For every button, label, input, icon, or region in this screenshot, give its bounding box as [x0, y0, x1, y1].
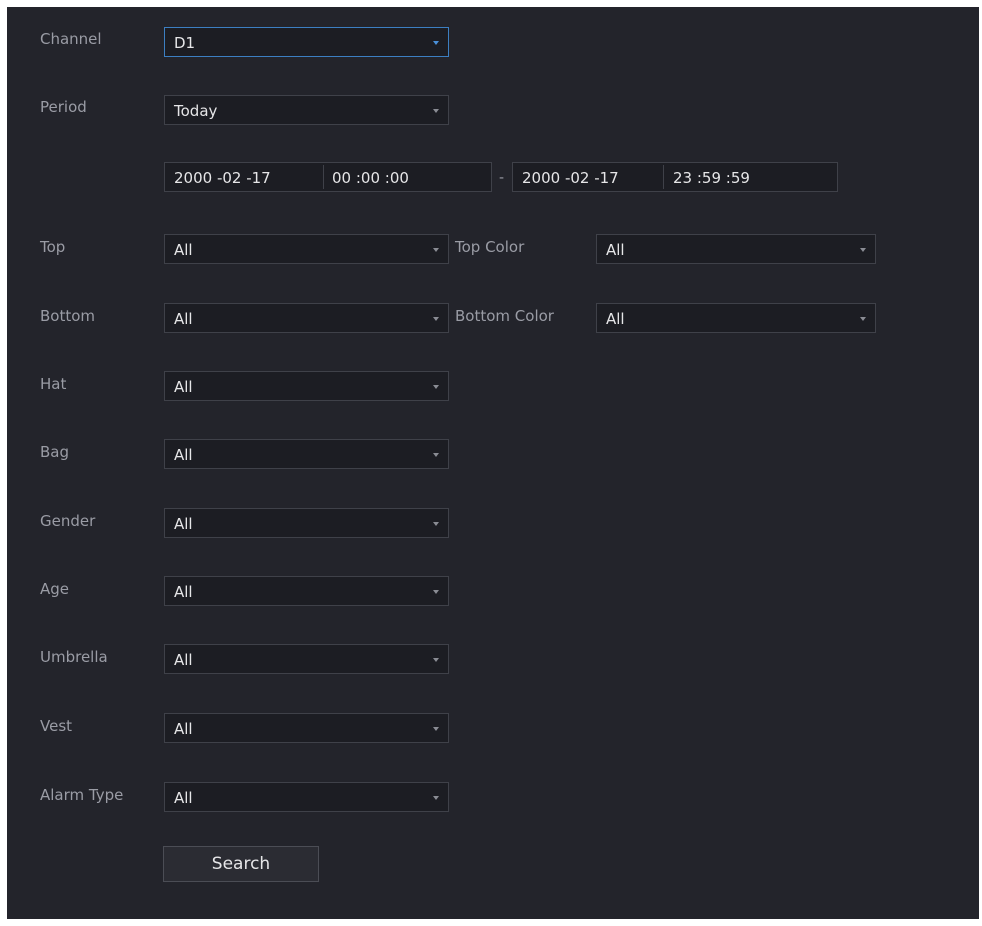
top-color-select[interactable]: All — [596, 234, 876, 264]
umbrella-value: All — [174, 651, 193, 669]
top-value: All — [174, 241, 193, 259]
end-datetime-divider — [663, 165, 664, 189]
chevron-down-icon — [433, 522, 439, 526]
chevron-down-icon — [433, 385, 439, 389]
chevron-down-icon — [860, 248, 866, 252]
channel-value: D1 — [174, 34, 196, 52]
time-range-separator: - — [499, 170, 505, 186]
vest-select[interactable]: All — [164, 713, 449, 743]
bottom-label: Bottom — [40, 307, 96, 325]
bag-select[interactable]: All — [164, 439, 449, 469]
channel-select[interactable]: D1 — [164, 27, 449, 57]
top-label: Top — [40, 238, 66, 256]
chevron-down-icon — [433, 248, 439, 252]
chevron-down-icon — [433, 317, 439, 321]
hat-value: All — [174, 378, 193, 396]
bag-value: All — [174, 446, 193, 464]
gender-label: Gender — [40, 512, 96, 530]
top-select[interactable]: All — [164, 234, 449, 264]
bottom-select[interactable]: All — [164, 303, 449, 333]
bottom-color-label: Bottom Color — [455, 307, 554, 325]
hat-select[interactable]: All — [164, 371, 449, 401]
top-color-label: Top Color — [455, 238, 525, 256]
alarm-type-label: Alarm Type — [40, 786, 124, 804]
chevron-down-icon — [433, 727, 439, 731]
period-select[interactable]: Today — [164, 95, 449, 125]
bottom-value: All — [174, 310, 193, 328]
chevron-down-icon — [433, 41, 439, 45]
age-value: All — [174, 583, 193, 601]
bottom-color-select[interactable]: All — [596, 303, 876, 333]
period-label: Period — [40, 98, 87, 116]
chevron-down-icon — [433, 658, 439, 662]
umbrella-label: Umbrella — [40, 648, 108, 666]
alarm-type-select[interactable]: All — [164, 782, 449, 812]
top-color-value: All — [606, 241, 625, 259]
hat-label: Hat — [40, 375, 67, 393]
search-button[interactable]: Search — [163, 846, 319, 882]
end-datetime-field[interactable]: 2000 -02 -17 23 :59 :59 — [512, 162, 838, 192]
chevron-down-icon — [860, 317, 866, 321]
umbrella-select[interactable]: All — [164, 644, 449, 674]
age-label: Age — [40, 580, 70, 598]
period-value: Today — [174, 102, 218, 120]
chevron-down-icon — [433, 453, 439, 457]
start-datetime-field[interactable]: 2000 -02 -17 00 :00 :00 — [164, 162, 492, 192]
bag-label: Bag — [40, 443, 70, 461]
gender-select[interactable]: All — [164, 508, 449, 538]
channel-label: Channel — [40, 30, 102, 48]
start-date[interactable]: 2000 -02 -17 — [174, 167, 271, 189]
end-time[interactable]: 23 :59 :59 — [673, 167, 750, 189]
vest-value: All — [174, 720, 193, 738]
end-date[interactable]: 2000 -02 -17 — [522, 167, 619, 189]
search-panel: Channel D1 Period Today 2000 -02 -17 00 … — [7, 7, 979, 919]
gender-value: All — [174, 515, 193, 533]
chevron-down-icon — [433, 109, 439, 113]
bottom-color-value: All — [606, 310, 625, 328]
chevron-down-icon — [433, 796, 439, 800]
chevron-down-icon — [433, 590, 439, 594]
alarm-type-value: All — [174, 789, 193, 807]
start-time[interactable]: 00 :00 :00 — [332, 167, 409, 189]
vest-label: Vest — [40, 717, 73, 735]
age-select[interactable]: All — [164, 576, 449, 606]
start-datetime-divider — [323, 165, 324, 189]
